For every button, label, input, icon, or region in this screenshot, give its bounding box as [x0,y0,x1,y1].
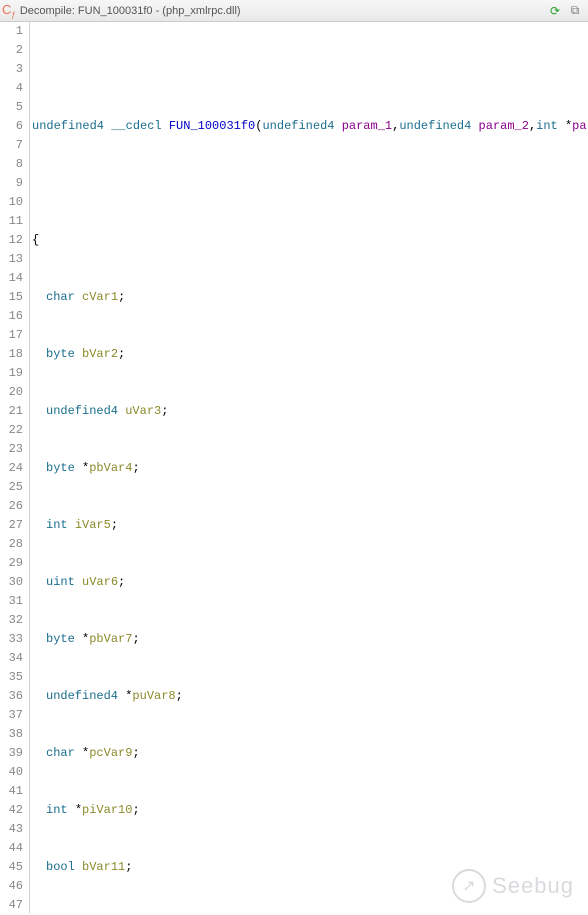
line-number: 44 [0,839,23,858]
line-number: 12 [0,231,23,250]
code-line: undefined4 uVar3; [32,402,588,421]
code-line: int *piVar10; [32,801,588,820]
line-number: 43 [0,820,23,839]
line-number: 7 [0,136,23,155]
line-number: 47 [0,896,23,915]
code-line [32,60,588,79]
code-line: byte *pbVar4; [32,459,588,478]
window-title: Decompile: FUN_100031f0 - (php_xmlrpc.dl… [20,5,544,17]
watermark-text: Seebug [492,873,574,899]
line-number: 15 [0,288,23,307]
line-number: 32 [0,611,23,630]
line-number: 29 [0,554,23,573]
code-line: uint uVar6; [32,573,588,592]
line-number: 45 [0,858,23,877]
line-gutter: 1234567891011121314151617181920212223242… [0,22,30,913]
line-number: 46 [0,877,23,896]
line-number: 11 [0,212,23,231]
line-number: 39 [0,744,23,763]
line-number: 37 [0,706,23,725]
line-number: 25 [0,478,23,497]
line-number: 2 [0,41,23,60]
line-number: 3 [0,60,23,79]
titlebar: Cƒ Decompile: FUN_100031f0 - (php_xmlrpc… [0,0,588,22]
code-line: char *pcVar9; [32,744,588,763]
line-number: 17 [0,326,23,345]
line-number: 41 [0,782,23,801]
decompile-icon: Cƒ [2,2,16,20]
code-area[interactable]: undefined4 __cdecl FUN_100031f0(undefine… [30,22,588,913]
line-number: 27 [0,516,23,535]
code-line: byte *pbVar7; [32,630,588,649]
line-number: 38 [0,725,23,744]
line-number: 33 [0,630,23,649]
code-line: undefined4 *puVar8; [32,687,588,706]
line-number: 13 [0,250,23,269]
line-number: 23 [0,440,23,459]
line-number: 14 [0,269,23,288]
code-line: undefined4 __cdecl FUN_100031f0(undefine… [32,117,588,136]
line-number: 26 [0,497,23,516]
refresh-button[interactable]: ⟳ [546,3,564,19]
line-number: 24 [0,459,23,478]
editor: 1234567891011121314151617181920212223242… [0,22,588,913]
line-number: 36 [0,687,23,706]
code-line: int iVar5; [32,516,588,535]
line-number: 6 [0,117,23,136]
line-number: 30 [0,573,23,592]
line-number: 18 [0,345,23,364]
code-line: { [32,231,588,250]
watermark: ↗ Seebug [452,869,574,903]
line-number: 28 [0,535,23,554]
code-line [32,174,588,193]
line-number: 8 [0,155,23,174]
line-number: 31 [0,592,23,611]
line-number: 9 [0,174,23,193]
line-number: 19 [0,364,23,383]
code-line: byte bVar2; [32,345,588,364]
watermark-icon: ↗ [452,869,486,903]
line-number: 5 [0,98,23,117]
code-line: char cVar1; [32,288,588,307]
line-number: 4 [0,79,23,98]
line-number: 40 [0,763,23,782]
line-number: 22 [0,421,23,440]
line-number: 35 [0,668,23,687]
line-number: 20 [0,383,23,402]
line-number: 1 [0,22,23,41]
line-number: 42 [0,801,23,820]
line-number: 10 [0,193,23,212]
line-number: 16 [0,307,23,326]
copy-button[interactable]: ⧉ [566,3,584,19]
line-number: 34 [0,649,23,668]
line-number: 21 [0,402,23,421]
